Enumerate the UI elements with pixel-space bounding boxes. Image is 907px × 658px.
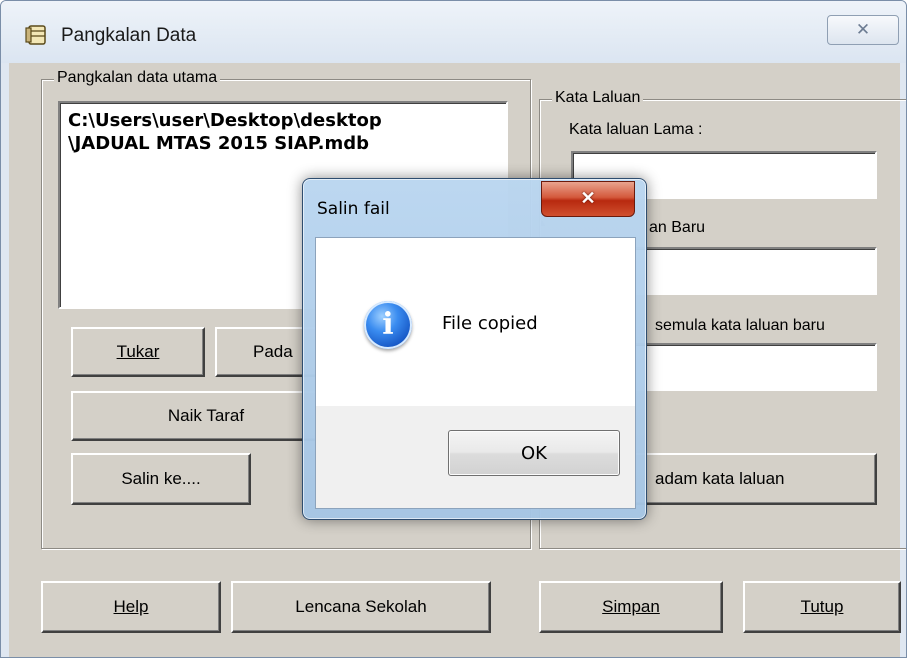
confirm-password-label: semula kata laluan baru [655,317,825,334]
dialog-title: Salin fail [317,199,390,219]
padam-label: Pada [253,342,293,361]
simpan-button[interactable]: Simpan [539,581,723,633]
help-button[interactable]: Help [41,581,221,633]
database-app-icon [25,23,49,47]
dialog-message: File copied [442,313,538,334]
close-icon: ✕ [855,20,871,39]
old-password-label: Kata laluan Lama : [569,121,703,138]
salin-ke-button[interactable]: Salin ke.... [71,453,251,505]
password-group-legend: Kata Laluan [552,89,644,107]
tutup-button[interactable]: Tutup [743,581,901,633]
database-group-legend: Pangkalan data utama [54,69,221,87]
database-path-line-1: C:\Users\user\Desktop\desktop [68,110,382,131]
padam-kata-laluan-label: adam kata laluan [655,469,785,488]
ok-label: OK [521,442,547,464]
ok-button[interactable]: OK [448,430,620,476]
tukar-label: Tukar [116,342,160,361]
help-label: Help [113,597,149,616]
info-icon: i [364,301,412,349]
tukar-button[interactable]: Tukar [71,327,205,377]
window-close-button[interactable]: ✕ [827,15,899,45]
naik-taraf-label: Naik Taraf [167,406,245,425]
tutup-label: Tutup [800,597,844,616]
dialog-message-area: i File copied [316,238,635,406]
naik-taraf-button[interactable]: Naik Taraf [71,391,341,441]
simpan-label: Simpan [602,597,660,616]
close-icon: ✕ [580,188,596,208]
salin-fail-dialog: Salin fail ✕ i File copied OK [302,178,647,520]
new-password-label: an Baru [649,219,706,236]
dialog-client-area: i File copied OK [315,237,636,509]
window-title: Pangkalan Data [61,25,197,46]
salin-ke-label: Salin ke.... [121,469,201,488]
database-path-line-2: \JADUAL MTAS 2015 SIAP.mdb [68,133,370,154]
lencana-sekolah-label: Lencana Sekolah [295,597,427,616]
title-bar: Pangkalan Data ✕ [1,1,906,63]
dialog-close-button[interactable]: ✕ [541,181,635,217]
lencana-sekolah-button[interactable]: Lencana Sekolah [231,581,491,633]
database-path-text: C:\Users\user\Desktop\desktop \JADUAL MT… [68,109,382,155]
